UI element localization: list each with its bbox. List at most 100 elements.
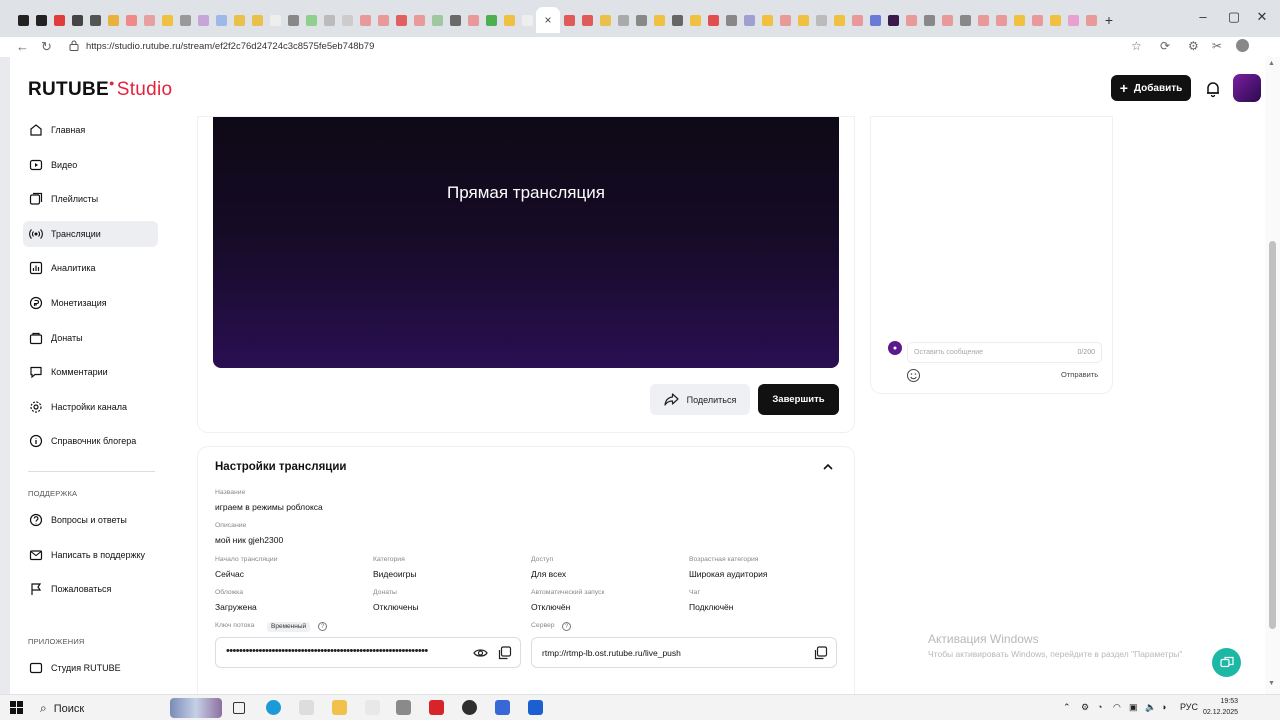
chrome-app-icon[interactable] xyxy=(462,700,477,715)
tab-favicon[interactable] xyxy=(50,11,68,29)
help-icon[interactable]: ? xyxy=(562,622,571,631)
tab-favicon[interactable] xyxy=(830,11,848,29)
tab-favicon[interactable] xyxy=(794,11,812,29)
rutube-studio-logo[interactable]: RUTUBE● Studio xyxy=(28,78,172,101)
tab-favicon[interactable] xyxy=(740,11,758,29)
explorer-app-icon[interactable] xyxy=(332,700,347,715)
sidebar-item-channel-settings[interactable]: Настройки канала xyxy=(23,394,158,420)
sidebar-item-blogger-guide[interactable]: Справочник блогера xyxy=(23,428,158,454)
tab-favicon[interactable] xyxy=(338,11,356,29)
tab-favicon[interactable] xyxy=(560,11,578,29)
close-window-icon[interactable]: ✕ xyxy=(1252,9,1272,25)
scroll-down-icon[interactable]: ▼ xyxy=(1268,680,1275,687)
end-stream-button[interactable]: Завершить xyxy=(758,384,839,415)
tab-favicon[interactable] xyxy=(668,11,686,29)
emoji-icon[interactable] xyxy=(906,368,921,383)
copy-icon[interactable] xyxy=(497,646,512,660)
tab-favicon[interactable] xyxy=(194,11,212,29)
chat-send-button[interactable]: Отправить xyxy=(1061,370,1098,379)
tab-favicon[interactable] xyxy=(464,11,482,29)
tab-favicon[interactable] xyxy=(212,11,230,29)
sidebar-item-playlists[interactable]: Плейлисты xyxy=(23,186,158,212)
tab-favicon[interactable] xyxy=(266,11,284,29)
tab-favicon[interactable] xyxy=(32,11,50,29)
tray-icon[interactable]: ◔ xyxy=(1097,702,1102,712)
tab-favicon[interactable] xyxy=(956,11,974,29)
sidebar-item-donations[interactable]: Донаты xyxy=(23,325,158,351)
stream-player[interactable]: Прямая трансляция xyxy=(213,117,839,368)
active-tab[interactable]: × xyxy=(536,7,560,33)
user-avatar[interactable] xyxy=(1233,74,1261,102)
add-button[interactable]: + Добавить xyxy=(1111,75,1191,101)
sidebar-item-home[interactable]: Главная xyxy=(23,117,158,143)
taskbar-widget-image[interactable] xyxy=(170,698,222,718)
share-button[interactable]: Поделиться xyxy=(650,384,750,415)
tab-favicon[interactable] xyxy=(248,11,266,29)
sidebar-item-report[interactable]: Пожаловаться xyxy=(23,576,158,602)
extension-icon[interactable]: ✂ xyxy=(1212,39,1222,53)
network-icon[interactable]: ◠ xyxy=(1113,702,1121,713)
tab-favicon[interactable] xyxy=(614,11,632,29)
browser-profile-icon[interactable] xyxy=(1236,39,1249,52)
volume-icon[interactable]: 🔈 xyxy=(1145,702,1156,713)
tab-favicon[interactable] xyxy=(302,11,320,29)
eye-icon[interactable] xyxy=(473,646,488,660)
tab-favicon[interactable] xyxy=(392,11,410,29)
edge-app-icon[interactable] xyxy=(266,700,281,715)
notifications-bell-icon[interactable] xyxy=(1204,80,1222,98)
tray-icon[interactable]: ▣ xyxy=(1129,702,1138,713)
tab-favicon[interactable] xyxy=(596,11,614,29)
tab-favicon[interactable] xyxy=(482,11,500,29)
server-field[interactable]: rtmp://rtmp-lb.ost.rutube.ru/live_push xyxy=(531,637,837,668)
file-app-icon[interactable] xyxy=(299,700,314,715)
tab-favicon[interactable] xyxy=(1064,11,1082,29)
new-tab-button[interactable]: + xyxy=(1100,11,1118,29)
help-icon[interactable]: ? xyxy=(318,622,327,631)
chat-message-input[interactable]: Оставить сообщение 0/200 xyxy=(907,342,1102,363)
extension-icon[interactable]: ⚙ xyxy=(1188,39,1199,53)
tab-favicon[interactable] xyxy=(884,11,902,29)
app-icon[interactable] xyxy=(495,700,510,715)
tab-favicon[interactable] xyxy=(518,11,536,29)
tab-favicon[interactable] xyxy=(104,11,122,29)
taskbar-clock[interactable]: 19:53 02.12.2025 xyxy=(1203,696,1238,718)
tab-favicon[interactable] xyxy=(500,11,518,29)
bookmark-star-icon[interactable]: ☆ xyxy=(1131,39,1142,53)
tab-favicon[interactable] xyxy=(704,11,722,29)
tab-favicon[interactable] xyxy=(356,11,374,29)
tab-favicon[interactable] xyxy=(992,11,1010,29)
tab-favicon[interactable] xyxy=(1046,11,1064,29)
sidebar-item-video[interactable]: Видео xyxy=(23,152,158,178)
sidebar-item-broadcasts[interactable]: Трансляции xyxy=(23,220,158,247)
tray-icon[interactable]: ⚙ xyxy=(1081,702,1089,713)
tab-favicon[interactable] xyxy=(320,11,338,29)
windows-start-icon[interactable] xyxy=(10,701,23,714)
site-info-icon[interactable] xyxy=(69,40,79,51)
tab-favicon[interactable] xyxy=(122,11,140,29)
copy-icon[interactable] xyxy=(813,646,828,660)
tab-favicon[interactable] xyxy=(578,11,596,29)
task-view-icon[interactable] xyxy=(233,702,245,714)
tab-favicon[interactable] xyxy=(650,11,668,29)
tab-favicon[interactable] xyxy=(902,11,920,29)
tab-favicon[interactable] xyxy=(86,11,104,29)
url-field[interactable]: https://studio.rutube.ru/stream/ef2f2c76… xyxy=(86,41,374,52)
support-chat-button[interactable] xyxy=(1212,648,1241,677)
tab-favicon[interactable] xyxy=(428,11,446,29)
tab-favicon[interactable] xyxy=(230,11,248,29)
tray-chevron-icon[interactable]: ⌃ xyxy=(1063,702,1071,713)
tab-favicon[interactable] xyxy=(68,11,86,29)
sidebar-item-studio-app[interactable]: Студия RUTUBE xyxy=(23,655,158,681)
tab-favicon[interactable] xyxy=(722,11,740,29)
tab-favicon[interactable] xyxy=(866,11,884,29)
tab-favicon[interactable] xyxy=(686,11,704,29)
sidebar-item-comments[interactable]: Комментарии xyxy=(23,359,158,385)
tab-favicon[interactable] xyxy=(140,11,158,29)
tab-favicon[interactable] xyxy=(446,11,464,29)
app-icon[interactable] xyxy=(396,700,411,715)
sidebar-item-faq[interactable]: Вопросы и ответы xyxy=(23,507,158,533)
tab-favicon[interactable] xyxy=(938,11,956,29)
tab-favicon[interactable] xyxy=(758,11,776,29)
scroll-up-icon[interactable]: ▲ xyxy=(1268,60,1275,67)
chevron-up-icon[interactable] xyxy=(822,462,834,472)
